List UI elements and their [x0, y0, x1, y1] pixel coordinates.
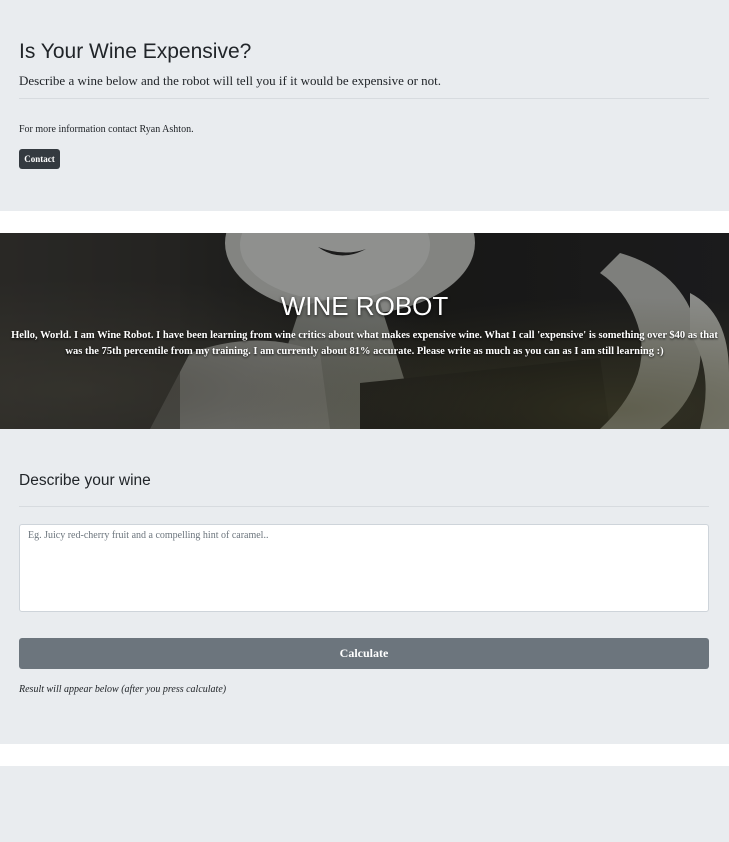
footer-section: [0, 766, 729, 842]
wine-form-section: Describe your wine Calculate Result will…: [0, 429, 729, 744]
contact-info-text: For more information contact Ryan Ashton…: [19, 124, 194, 135]
header-jumbotron: Is Your Wine Expensive? Describe a wine …: [0, 0, 729, 211]
calculate-button[interactable]: Calculate: [19, 638, 709, 669]
hero-banner: WINE ROBOT Hello, World. I am Wine Robot…: [0, 233, 729, 429]
header-divider: [19, 98, 709, 99]
wine-description-input[interactable]: [19, 524, 709, 612]
hero-text: Hello, World. I am Wine Robot. I have be…: [11, 330, 718, 357]
form-heading: Describe your wine: [19, 472, 151, 489]
contact-button[interactable]: Contact: [19, 149, 60, 169]
page-title: Is Your Wine Expensive?: [19, 40, 252, 63]
result-text: Result will appear below (after you pres…: [19, 684, 227, 695]
form-divider: [19, 506, 709, 507]
hero-title: WINE ROBOT: [280, 291, 449, 321]
page-description: Describe a wine below and the robot will…: [19, 73, 442, 88]
